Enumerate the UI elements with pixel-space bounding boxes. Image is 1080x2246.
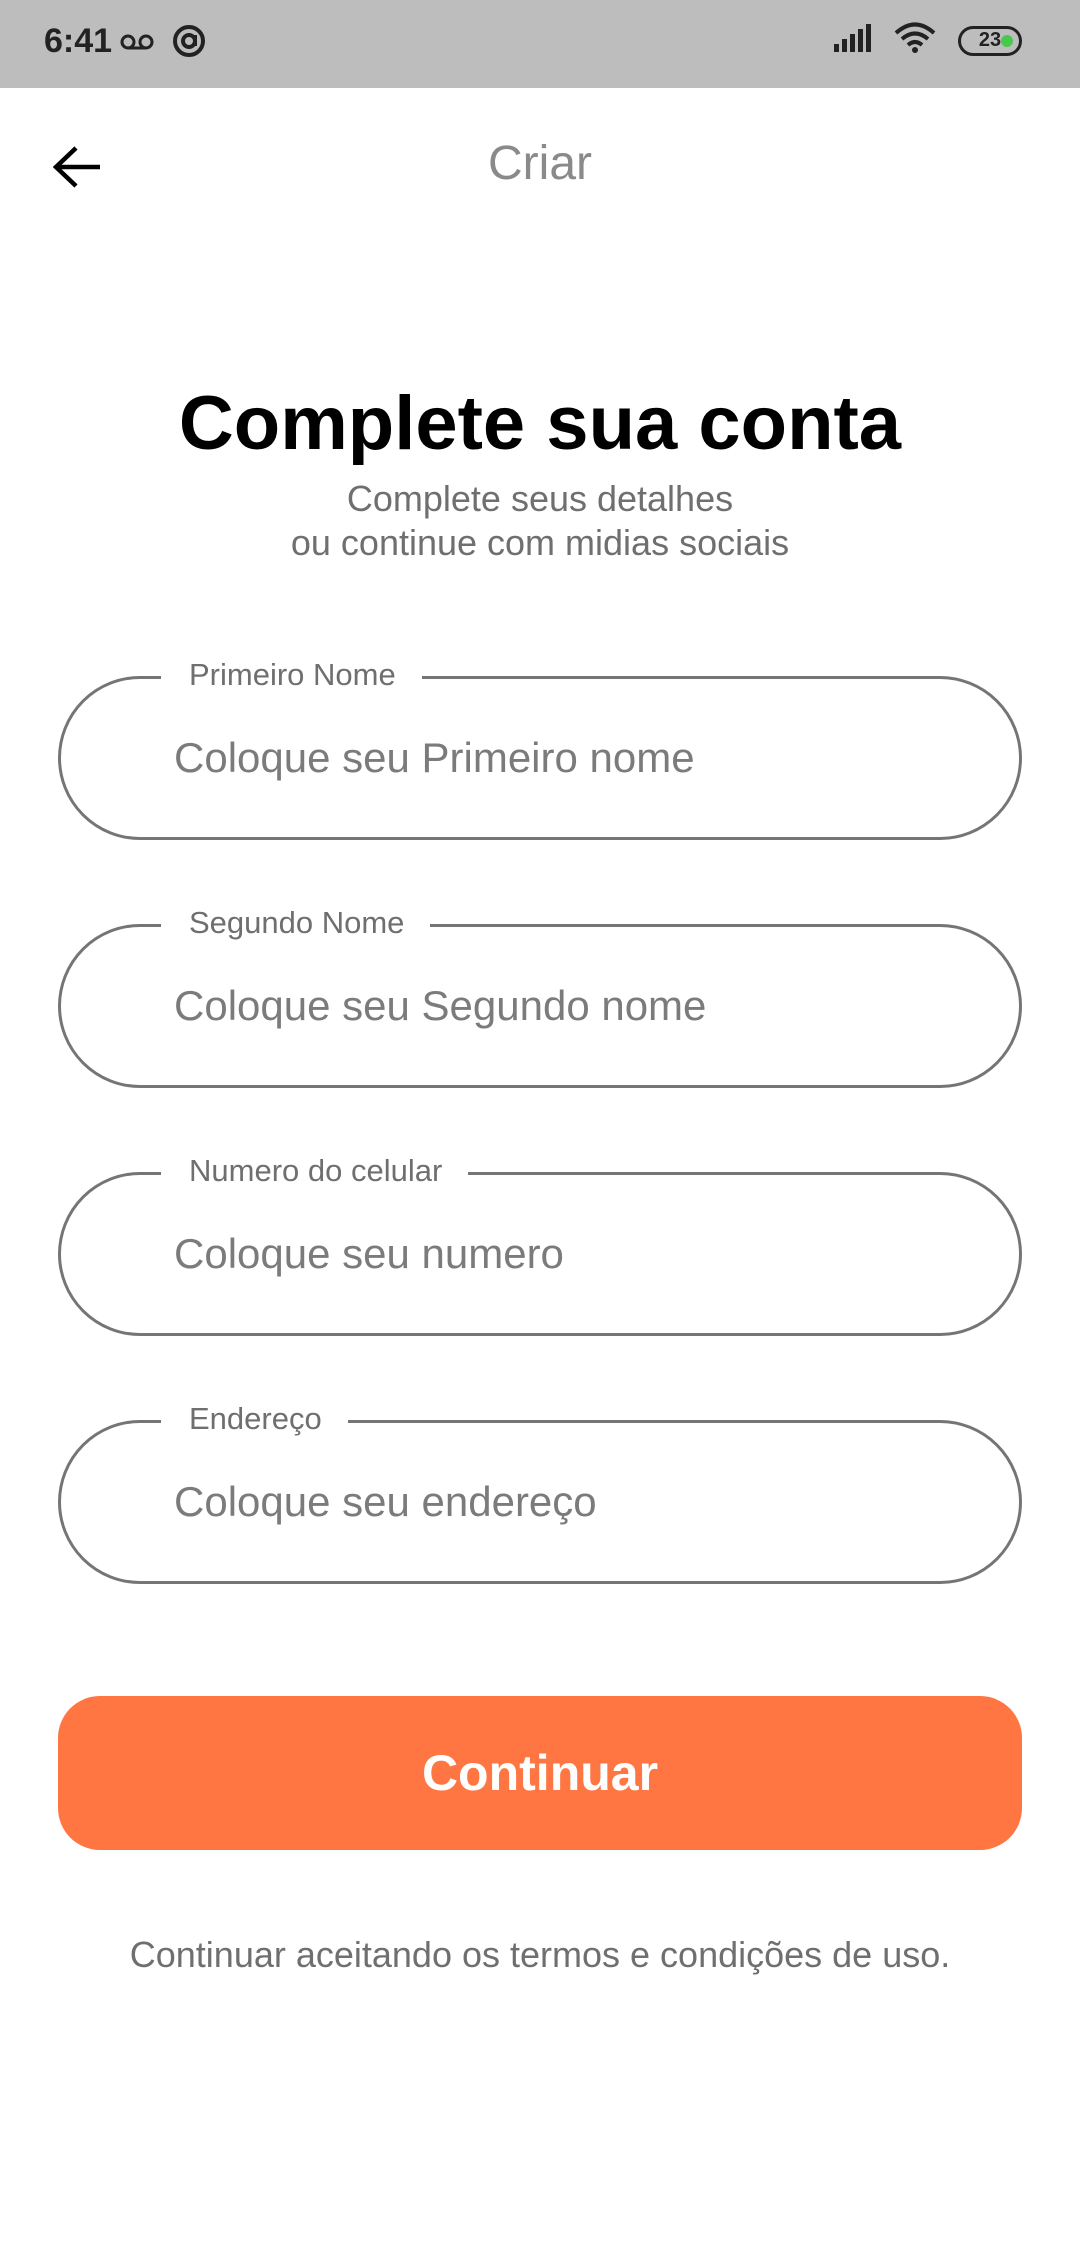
last-name-label: Segundo Nome <box>161 901 431 945</box>
last-name-input[interactable] <box>174 971 954 1041</box>
voicemail-icon <box>120 31 154 56</box>
battery-level: 23 <box>978 29 1002 51</box>
signal-icon <box>832 24 872 57</box>
page-title: Criar <box>488 137 592 190</box>
first-name-field: Primeiro Nome <box>58 653 1022 840</box>
phone-label: Numero do celular <box>161 1149 469 1193</box>
phone-input[interactable] <box>174 1219 954 1289</box>
wifi-icon <box>894 22 936 59</box>
address-input[interactable] <box>174 1467 954 1537</box>
subtitle-line-2: ou continue com midias sociais <box>290 522 790 563</box>
status-left-icons <box>120 24 206 63</box>
form-headline: Complete sua conta <box>178 381 902 466</box>
continue-button[interactable]: Continuar <box>58 1696 1022 1850</box>
battery-icon: 23 <box>958 25 1022 56</box>
battery-charge-dot <box>1001 34 1013 47</box>
phone-field: Numero do celular <box>58 1149 1022 1336</box>
terms-text: Continuar aceitando os termos e condiçõe… <box>129 1934 951 1975</box>
status-right-icons: 23 <box>832 22 1022 59</box>
first-name-input[interactable] <box>174 723 954 793</box>
subtitle-line-1: Complete seus detalhes <box>346 478 734 519</box>
last-name-field: Segundo Nome <box>58 901 1022 1088</box>
status-bar: 6:41 23 <box>0 0 1080 88</box>
app-bar: Criar <box>0 88 1080 248</box>
form-subtitle: Complete seus detalhes ou continue com m… <box>0 477 1080 565</box>
address-field: Endereço <box>58 1397 1022 1584</box>
at-icon <box>172 24 206 63</box>
status-time: 6:41 <box>44 22 113 60</box>
first-name-label: Primeiro Nome <box>161 653 422 697</box>
address-label: Endereço <box>161 1397 348 1441</box>
